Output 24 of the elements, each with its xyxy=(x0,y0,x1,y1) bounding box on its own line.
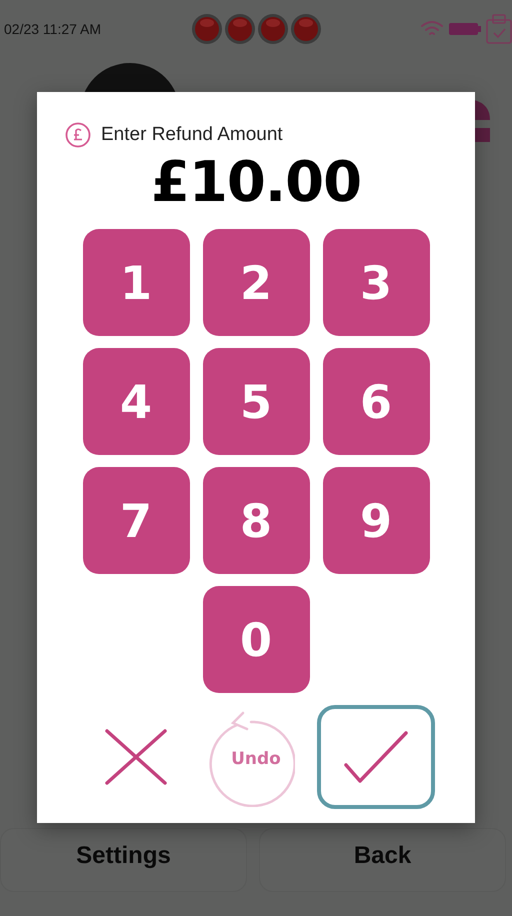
logo-mark xyxy=(474,100,490,142)
number-key[interactable]: 7 xyxy=(82,467,190,574)
number-key[interactable]: 0 xyxy=(202,586,310,693)
number-key[interactable]: 9 xyxy=(322,467,430,574)
number-key[interactable]: 5 xyxy=(202,348,310,455)
confirm-button[interactable] xyxy=(317,705,435,809)
number-key[interactable]: 6 xyxy=(322,348,430,455)
background-button[interactable]: Back xyxy=(259,828,506,892)
number-key[interactable]: 3 xyxy=(322,229,430,336)
number-key[interactable]: 4 xyxy=(82,348,190,455)
number-key[interactable]: 8 xyxy=(202,467,310,574)
number-key[interactable]: 1 xyxy=(82,229,190,336)
checkmark-icon xyxy=(343,730,409,784)
number-key[interactable]: 2 xyxy=(202,229,310,336)
status-time: 02/23 11:27 AM xyxy=(4,21,102,37)
dialog-title: Enter Refund Amount xyxy=(101,124,283,146)
undo-circle-icon xyxy=(207,711,295,807)
close-icon xyxy=(104,728,168,786)
refund-amount: £10.00 xyxy=(150,150,362,216)
wifi-icon xyxy=(420,20,444,38)
clipboard-icon xyxy=(486,14,512,44)
coin-icon xyxy=(65,122,91,148)
background-button[interactable]: Settings xyxy=(0,828,247,892)
battery-icon xyxy=(448,21,482,37)
